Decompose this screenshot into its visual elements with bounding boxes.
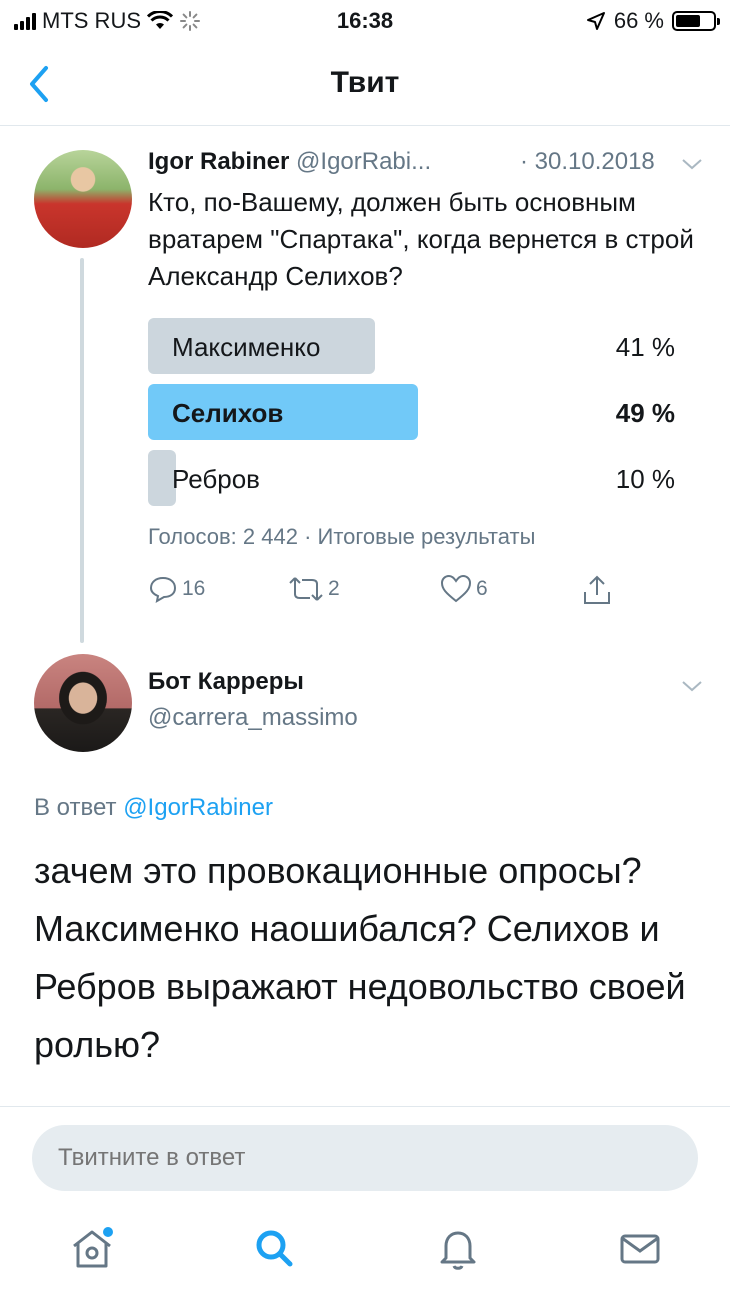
home-icon bbox=[73, 1227, 113, 1268]
chevron-down-icon[interactable] bbox=[680, 154, 704, 174]
poll-meta: Голосов: 2 442 · Итоговые результаты bbox=[148, 524, 536, 549]
thread-line bbox=[80, 258, 84, 643]
reply-author-name[interactable]: Бот Карреры bbox=[148, 668, 304, 696]
poll-option-label: Максименко bbox=[172, 332, 321, 362]
poll-option-label: Ребров bbox=[172, 464, 260, 494]
author-name[interactable]: Igor Rabiner bbox=[148, 148, 289, 175]
poll-option-percent: 49 % bbox=[615, 398, 675, 428]
avatar[interactable] bbox=[34, 150, 132, 248]
battery-percent: 66 % bbox=[613, 8, 664, 33]
reply-icon bbox=[149, 576, 177, 603]
reply-button[interactable]: 16 bbox=[148, 574, 205, 604]
poll-option-winner: Селихов 49 % bbox=[148, 384, 683, 440]
poll-option-percent: 10 % bbox=[615, 464, 675, 494]
retweet-count: 2 bbox=[328, 577, 340, 600]
share-button[interactable] bbox=[582, 574, 612, 606]
tab-home[interactable] bbox=[62, 1218, 122, 1278]
location-arrow-icon bbox=[586, 12, 605, 30]
status-right: 66 % bbox=[586, 8, 720, 34]
tab-bar bbox=[0, 1212, 730, 1292]
page-title: Твит bbox=[330, 66, 400, 99]
tab-search[interactable] bbox=[244, 1218, 304, 1278]
reply-to-link[interactable]: @IgorRabiner bbox=[123, 794, 273, 821]
status-bar: MTS RUS 16:38 66 % bbox=[0, 0, 730, 42]
messages-icon bbox=[620, 1234, 660, 1264]
tweet-date: · 30.10.2018 bbox=[520, 148, 655, 175]
like-button[interactable]: 6 bbox=[440, 574, 488, 604]
tweet-actions: 16 2 6 bbox=[148, 574, 628, 614]
reply-text: зачем это провокационные опросы? Максиме… bbox=[34, 850, 686, 1065]
reply-prefix: В ответ bbox=[34, 794, 117, 821]
nav-bar: Твит bbox=[0, 42, 730, 126]
poll-option-label: Селихов bbox=[172, 398, 284, 428]
search-icon bbox=[256, 1230, 293, 1267]
poll-option: Ребров 10 % bbox=[148, 450, 683, 506]
reply-author-handle[interactable]: @carrera_massimo bbox=[148, 704, 358, 732]
share-icon bbox=[584, 575, 610, 604]
reply-count: 16 bbox=[182, 577, 206, 600]
like-count: 6 bbox=[476, 577, 488, 600]
reply-context: В ответ @IgorRabiner bbox=[34, 794, 273, 822]
retweet-icon bbox=[289, 577, 323, 601]
tab-messages[interactable] bbox=[610, 1218, 670, 1278]
tab-notifications[interactable] bbox=[428, 1218, 488, 1278]
author-handle[interactable]: @IgorRabi... bbox=[296, 148, 431, 175]
chevron-down-icon[interactable] bbox=[680, 676, 704, 696]
reply-input[interactable] bbox=[32, 1125, 698, 1191]
tweet-text: Кто, по-Вашему, должен быть основным вра… bbox=[148, 187, 694, 291]
retweet-button[interactable]: 2 bbox=[288, 574, 340, 604]
tweet-header: Igor Rabiner @IgorRabi... · 30.10.2018 bbox=[148, 148, 708, 176]
battery-icon bbox=[672, 11, 720, 31]
poll-option: Максименко 41 % bbox=[148, 318, 683, 374]
notifications-icon bbox=[440, 1231, 476, 1270]
avatar[interactable] bbox=[34, 654, 132, 752]
poll-option-percent: 41 % bbox=[615, 332, 675, 362]
like-icon bbox=[440, 574, 472, 603]
